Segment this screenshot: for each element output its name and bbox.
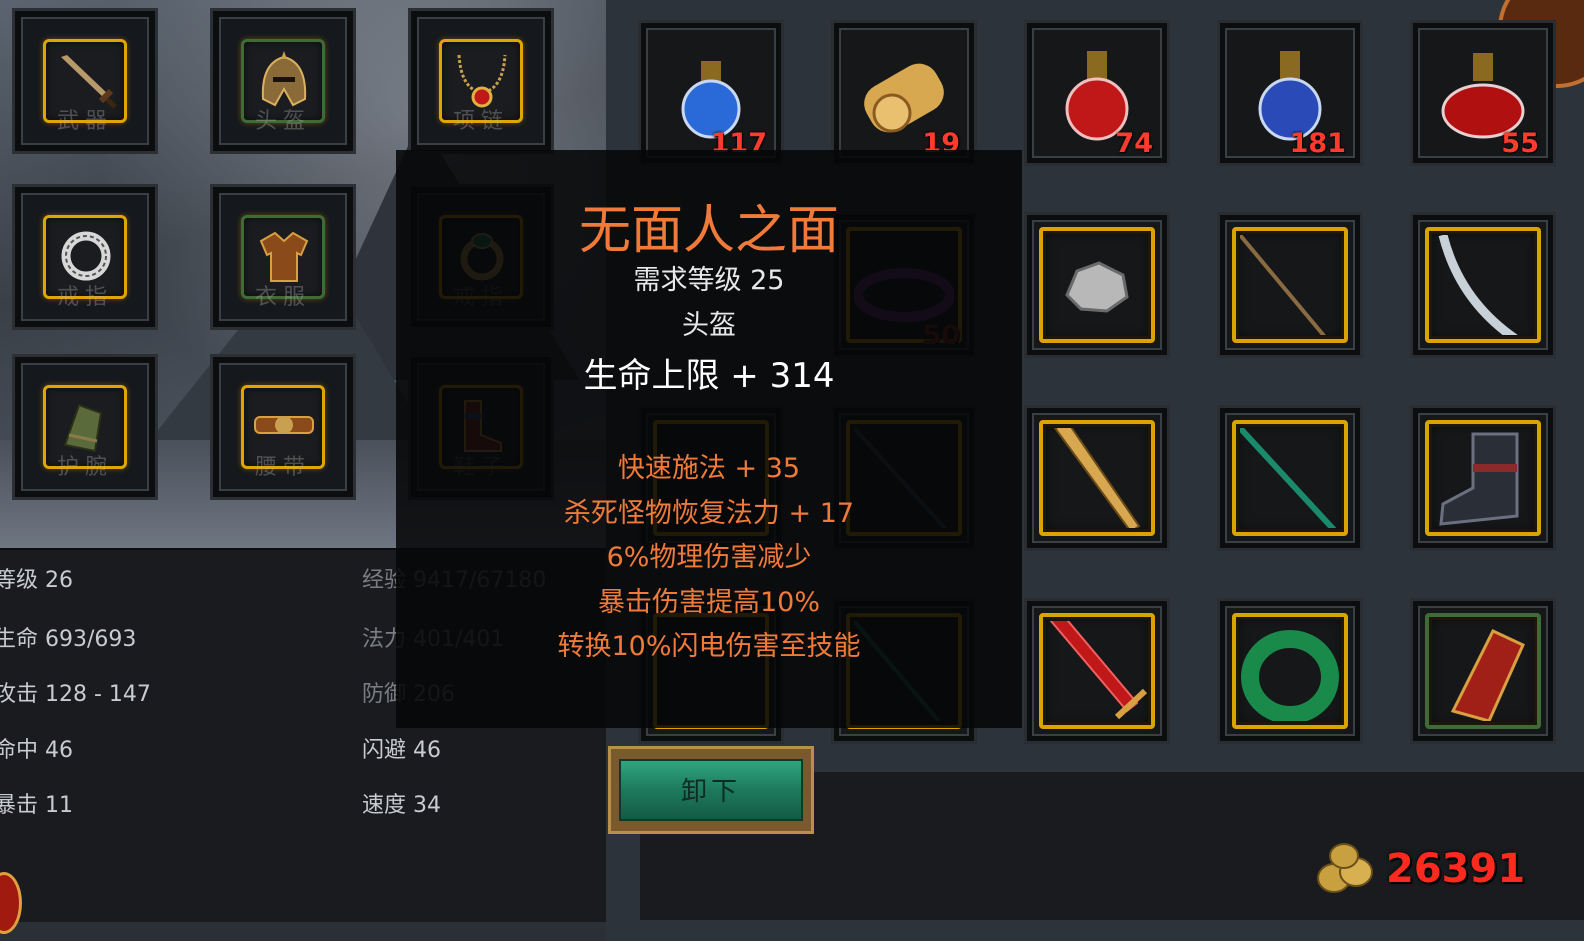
bracer-icon (1450, 629, 1525, 721)
inventory-slot-red-potion[interactable]: 74 (1024, 20, 1170, 166)
item-tooltip: 无面人之面 需求等级 25 头盔 生命上限 + 314 快速施法 + 35 杀死… (396, 150, 1022, 728)
slot-label: 头盔 (254, 109, 311, 134)
item-slot-type: 头盔 (682, 310, 736, 341)
equip-slot-bracer[interactable]: 护腕 (12, 354, 158, 500)
inventory-slot-jade-ring[interactable] (1217, 598, 1363, 744)
equip-slot-armor[interactable]: 衣服 (210, 184, 356, 330)
inventory-slot-jade-spear[interactable] (1217, 405, 1363, 551)
unequip-button-label: 卸下 (680, 777, 741, 807)
stat-hit: 命中 46 (0, 738, 73, 763)
slot-label: 项链 (452, 109, 509, 134)
unequip-button[interactable]: 卸下 (608, 746, 814, 834)
helmet-icon (261, 51, 307, 107)
spear-icon (1240, 235, 1326, 335)
inventory-slot-red-sword[interactable] (1024, 598, 1170, 744)
bracer-icon (63, 403, 103, 453)
inventory-slot-bracer[interactable] (1410, 598, 1556, 744)
item-base-stat: 生命上限 + 314 (583, 356, 835, 396)
item-affix: 6%物理伤害减少 (606, 542, 812, 573)
equip-slot-helmet[interactable]: 头盔 (210, 8, 356, 154)
item-requirement: 需求等级 25 (633, 265, 785, 296)
slot-label: 腰带 (254, 455, 311, 480)
ring-icon (1241, 630, 1339, 721)
inventory-slot-spear[interactable] (1217, 212, 1363, 358)
inventory-slot-blue-potion[interactable]: 181 (1217, 20, 1363, 166)
belt-icon (254, 416, 314, 434)
stat-attack: 攻击 128 - 147 (0, 682, 151, 707)
item-affix: 转换10%闪电伤害至技能 (557, 631, 861, 662)
gold-amount: 26391 (1386, 846, 1526, 892)
inventory-slot-golden-sword[interactable] (1024, 405, 1170, 551)
necklace-icon (457, 54, 507, 108)
stat-level: 等级 26 (0, 568, 73, 593)
equip-slot-belt[interactable]: 腰带 (210, 354, 356, 500)
sword-icon (1049, 621, 1147, 720)
inventory-slot-scimitar[interactable] (1410, 212, 1556, 358)
stat-dodge: 闪避 46 (362, 738, 441, 763)
item-quantity: 55 (1501, 128, 1539, 159)
item-affix: 杀死怪物恢复法力 + 17 (563, 498, 855, 529)
item-affix: 暴击伤害提高10% (597, 587, 820, 618)
inventory-slot-ore[interactable] (1024, 212, 1170, 358)
scimitar-icon (1438, 235, 1518, 335)
item-title: 无面人之面 (578, 201, 839, 261)
ring-icon (61, 231, 111, 281)
item-quantity: 74 (1115, 128, 1153, 159)
boots-icon (1439, 432, 1519, 526)
sword-icon (61, 55, 117, 109)
equip-slot-weapon[interactable]: 武器 (12, 8, 158, 154)
slot-label: 护腕 (56, 455, 113, 480)
inventory-slot-red-potion[interactable]: 55 (1410, 20, 1556, 166)
ore-icon (1065, 261, 1129, 313)
sword-icon (1053, 428, 1141, 528)
equip-slot-necklace[interactable]: 项链 (408, 8, 554, 154)
stat-hp: 生命 693/693 (0, 627, 137, 652)
inventory-slot-boots[interactable] (1410, 405, 1556, 551)
gold-coins-icon (1317, 843, 1373, 893)
stat-crit: 暴击 11 (0, 793, 73, 818)
spear-icon (1240, 428, 1337, 528)
inventory-slot-scroll[interactable]: 19 (831, 20, 977, 166)
armor-icon (259, 231, 309, 282)
slot-label: 衣服 (254, 285, 311, 310)
slot-label: 戒指 (56, 285, 113, 310)
slot-label: 武器 (56, 109, 113, 134)
stat-speed: 速度 34 (362, 793, 441, 818)
item-affix: 快速施法 + 35 (617, 453, 801, 484)
equip-slot-ring-left[interactable]: 戒指 (12, 184, 158, 330)
item-quantity: 181 (1289, 128, 1346, 159)
inventory-slot-blue-potion[interactable]: 117 (638, 20, 784, 166)
